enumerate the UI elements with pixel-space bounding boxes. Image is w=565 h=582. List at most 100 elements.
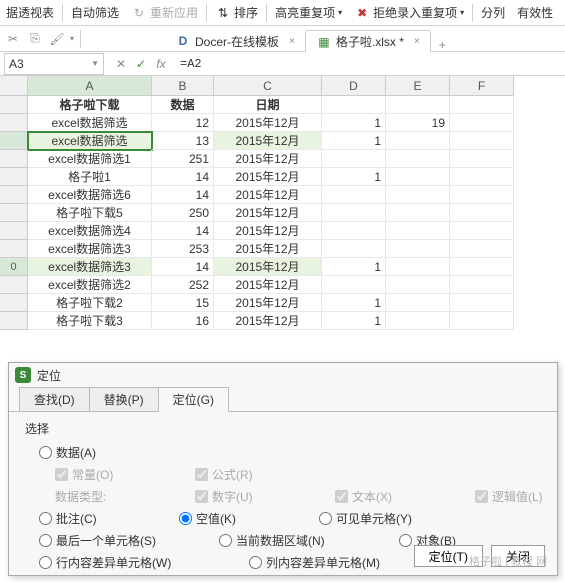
col-header-E[interactable]: E [386, 76, 450, 96]
cell[interactable] [450, 312, 514, 330]
cell[interactable] [386, 312, 450, 330]
close-button[interactable]: 关闭 [491, 545, 545, 567]
tab-docer[interactable]: D Docer-在线模板 × [165, 30, 305, 52]
add-tab-button[interactable]: + [431, 38, 454, 52]
cell[interactable]: 252 [152, 276, 214, 294]
close-icon[interactable]: × [289, 36, 295, 47]
cell[interactable] [322, 186, 386, 204]
cell[interactable] [450, 114, 514, 132]
cell[interactable] [450, 168, 514, 186]
cell[interactable]: 1 [322, 312, 386, 330]
tab-file[interactable]: ▦ 格子啦.xlsx * × [305, 30, 431, 52]
cell[interactable]: excel数据筛选1 [28, 150, 152, 168]
cell[interactable]: 16 [152, 312, 214, 330]
accept-formula-button[interactable]: ✓ [132, 55, 150, 73]
cell[interactable] [322, 204, 386, 222]
row-header[interactable] [0, 312, 28, 330]
cell[interactable] [386, 204, 450, 222]
opt-blank[interactable]: 空值(K) [179, 510, 289, 527]
row-header[interactable] [0, 132, 28, 150]
cell[interactable]: excel数据筛选 [28, 132, 152, 150]
cell[interactable] [322, 240, 386, 258]
name-box[interactable]: A3 ▼ [4, 53, 104, 75]
highlight-dup-button[interactable]: 高亮重复项▾ [269, 2, 348, 24]
opt-rowdiff[interactable]: 行内容差异单元格(W) [39, 554, 219, 571]
row-header[interactable] [0, 204, 28, 222]
opt-coldiff[interactable]: 列内容差异单元格(M) [249, 554, 380, 571]
row-header[interactable] [0, 276, 28, 294]
row-header[interactable] [0, 222, 28, 240]
cell[interactable]: 14 [152, 186, 214, 204]
cell[interactable] [386, 276, 450, 294]
cell[interactable] [386, 186, 450, 204]
cell[interactable]: 1 [322, 258, 386, 276]
cell[interactable]: 日期 [214, 96, 322, 114]
cell[interactable]: 13 [152, 132, 214, 150]
cell[interactable] [450, 186, 514, 204]
cell[interactable]: 251 [152, 150, 214, 168]
spreadsheet-grid[interactable]: A B C D E F 格子啦下载数据日期excel数据筛选122015年12月… [0, 76, 565, 330]
cell[interactable] [450, 150, 514, 168]
cell[interactable]: 14 [152, 258, 214, 276]
col-header-B[interactable]: B [152, 76, 214, 96]
cell[interactable]: 2015年12月 [214, 294, 322, 312]
cell[interactable]: 2015年12月 [214, 132, 322, 150]
sort-button[interactable]: ⇅排序 [209, 2, 264, 24]
cell[interactable]: 2015年12月 [214, 222, 322, 240]
cell[interactable]: 15 [152, 294, 214, 312]
cell[interactable]: excel数据筛选3 [28, 240, 152, 258]
col-header-F[interactable]: F [450, 76, 514, 96]
cell[interactable]: excel数据筛选6 [28, 186, 152, 204]
text-to-columns-button[interactable]: 分列 [475, 2, 511, 24]
close-icon[interactable]: × [414, 36, 420, 47]
cell[interactable]: 2015年12月 [214, 276, 322, 294]
row-header[interactable]: 0 [0, 258, 28, 276]
cell[interactable] [386, 96, 450, 114]
cell[interactable]: 2015年12月 [214, 114, 322, 132]
cell[interactable]: excel数据筛选3 [28, 258, 152, 276]
cell[interactable] [386, 132, 450, 150]
cell[interactable]: 2015年12月 [214, 186, 322, 204]
cell[interactable]: 1 [322, 168, 386, 186]
opt-current[interactable]: 当前数据区域(N) [219, 532, 369, 549]
cell[interactable] [450, 258, 514, 276]
cell[interactable] [386, 150, 450, 168]
cell[interactable] [322, 96, 386, 114]
cell[interactable]: 1 [322, 132, 386, 150]
cell[interactable]: 数据 [152, 96, 214, 114]
cell[interactable] [450, 276, 514, 294]
opt-visible[interactable]: 可见单元格(Y) [319, 510, 429, 527]
cell[interactable] [386, 240, 450, 258]
cell[interactable] [450, 222, 514, 240]
autofilter-button[interactable]: 自动筛选 [65, 2, 125, 24]
row-header[interactable] [0, 186, 28, 204]
opt-data[interactable]: 数据(A) [39, 444, 149, 461]
formula-input[interactable]: =A2 [174, 53, 565, 75]
cell[interactable] [450, 204, 514, 222]
row-header[interactable] [0, 168, 28, 186]
cell[interactable]: 253 [152, 240, 214, 258]
col-header-A[interactable]: A [28, 76, 152, 96]
cell[interactable] [322, 276, 386, 294]
cell[interactable]: 2015年12月 [214, 204, 322, 222]
cell[interactable]: 格子啦1 [28, 168, 152, 186]
select-all-corner[interactable] [0, 76, 28, 96]
cell[interactable] [450, 294, 514, 312]
pivot-table-button[interactable]: 据透视表 [0, 2, 60, 24]
cell[interactable] [322, 150, 386, 168]
row-header[interactable] [0, 114, 28, 132]
cancel-formula-button[interactable]: ✕ [112, 55, 130, 73]
cell[interactable] [386, 294, 450, 312]
cell[interactable]: 2015年12月 [214, 168, 322, 186]
cell[interactable]: excel数据筛选 [28, 114, 152, 132]
cell[interactable]: 14 [152, 222, 214, 240]
cell[interactable]: 2015年12月 [214, 258, 322, 276]
chevron-down-icon[interactable]: ▼ [91, 59, 99, 68]
row-header[interactable] [0, 240, 28, 258]
locate-button[interactable]: 定位(T) [414, 545, 483, 567]
cell[interactable] [450, 96, 514, 114]
tab-replace[interactable]: 替换(P) [89, 387, 159, 412]
col-header-D[interactable]: D [322, 76, 386, 96]
cell[interactable]: 1 [322, 114, 386, 132]
cell[interactable] [386, 258, 450, 276]
